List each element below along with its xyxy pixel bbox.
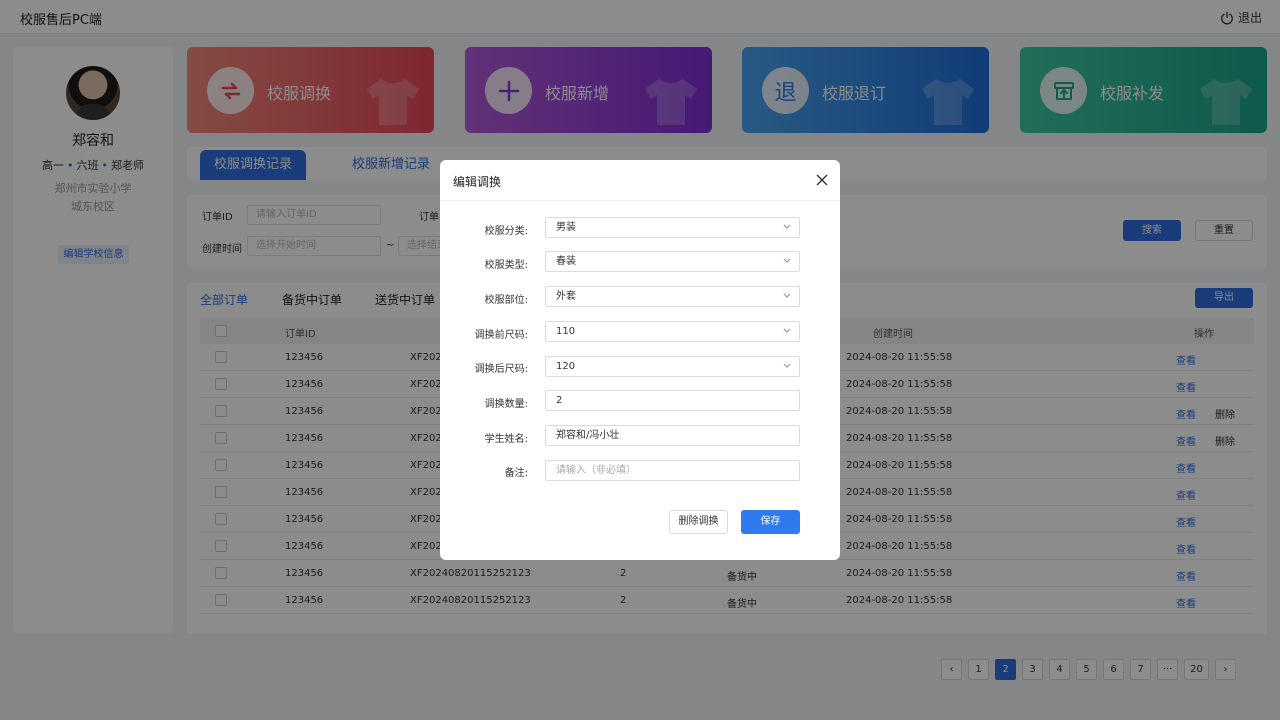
size-after-value: 120 xyxy=(556,361,576,372)
dialog-title: 编辑调换 xyxy=(453,175,502,189)
type-value: 春装 xyxy=(556,256,576,267)
size-before-select[interactable]: 110 xyxy=(545,321,800,342)
category-value: 男装 xyxy=(556,222,576,233)
student-name-input[interactable]: 郑容和/冯小壮 xyxy=(545,425,800,446)
chevron-down-icon xyxy=(783,328,791,333)
category-select[interactable]: 男装 xyxy=(545,217,800,238)
edit-swap-dialog: 编辑调换 校服分类: 男装 校服类型: 春装 校服部位: 外套 调换前尺码: 1… xyxy=(440,160,840,560)
remark-label: 备注: xyxy=(504,468,528,479)
size-before-value: 110 xyxy=(556,326,576,337)
chevron-down-icon xyxy=(783,293,791,298)
chevron-down-icon xyxy=(783,224,791,229)
part-value: 外套 xyxy=(556,291,576,302)
size-after-select[interactable]: 120 xyxy=(545,356,800,377)
quantity-input[interactable]: 2 xyxy=(545,390,800,411)
chevron-down-icon xyxy=(783,258,791,263)
part-label: 校服部位: xyxy=(484,295,528,306)
type-label: 校服类型: xyxy=(484,260,528,271)
save-button[interactable]: 保存 xyxy=(741,510,800,534)
category-label: 校服分类: xyxy=(484,226,528,237)
delete-swap-button[interactable]: 删除调换 xyxy=(669,510,728,534)
quantity-label: 调换数量: xyxy=(484,399,528,410)
part-select[interactable]: 外套 xyxy=(545,286,800,307)
type-select[interactable]: 春装 xyxy=(545,251,800,272)
chevron-down-icon xyxy=(783,363,791,368)
size-after-label: 调换后尺码: xyxy=(474,364,528,375)
close-icon[interactable] xyxy=(816,174,828,186)
remark-input[interactable]: 请输入（非必填） xyxy=(545,460,800,481)
student-name-label: 学生姓名: xyxy=(484,434,528,445)
size-before-label: 调换前尺码: xyxy=(474,330,528,341)
dialog-divider xyxy=(440,200,840,201)
